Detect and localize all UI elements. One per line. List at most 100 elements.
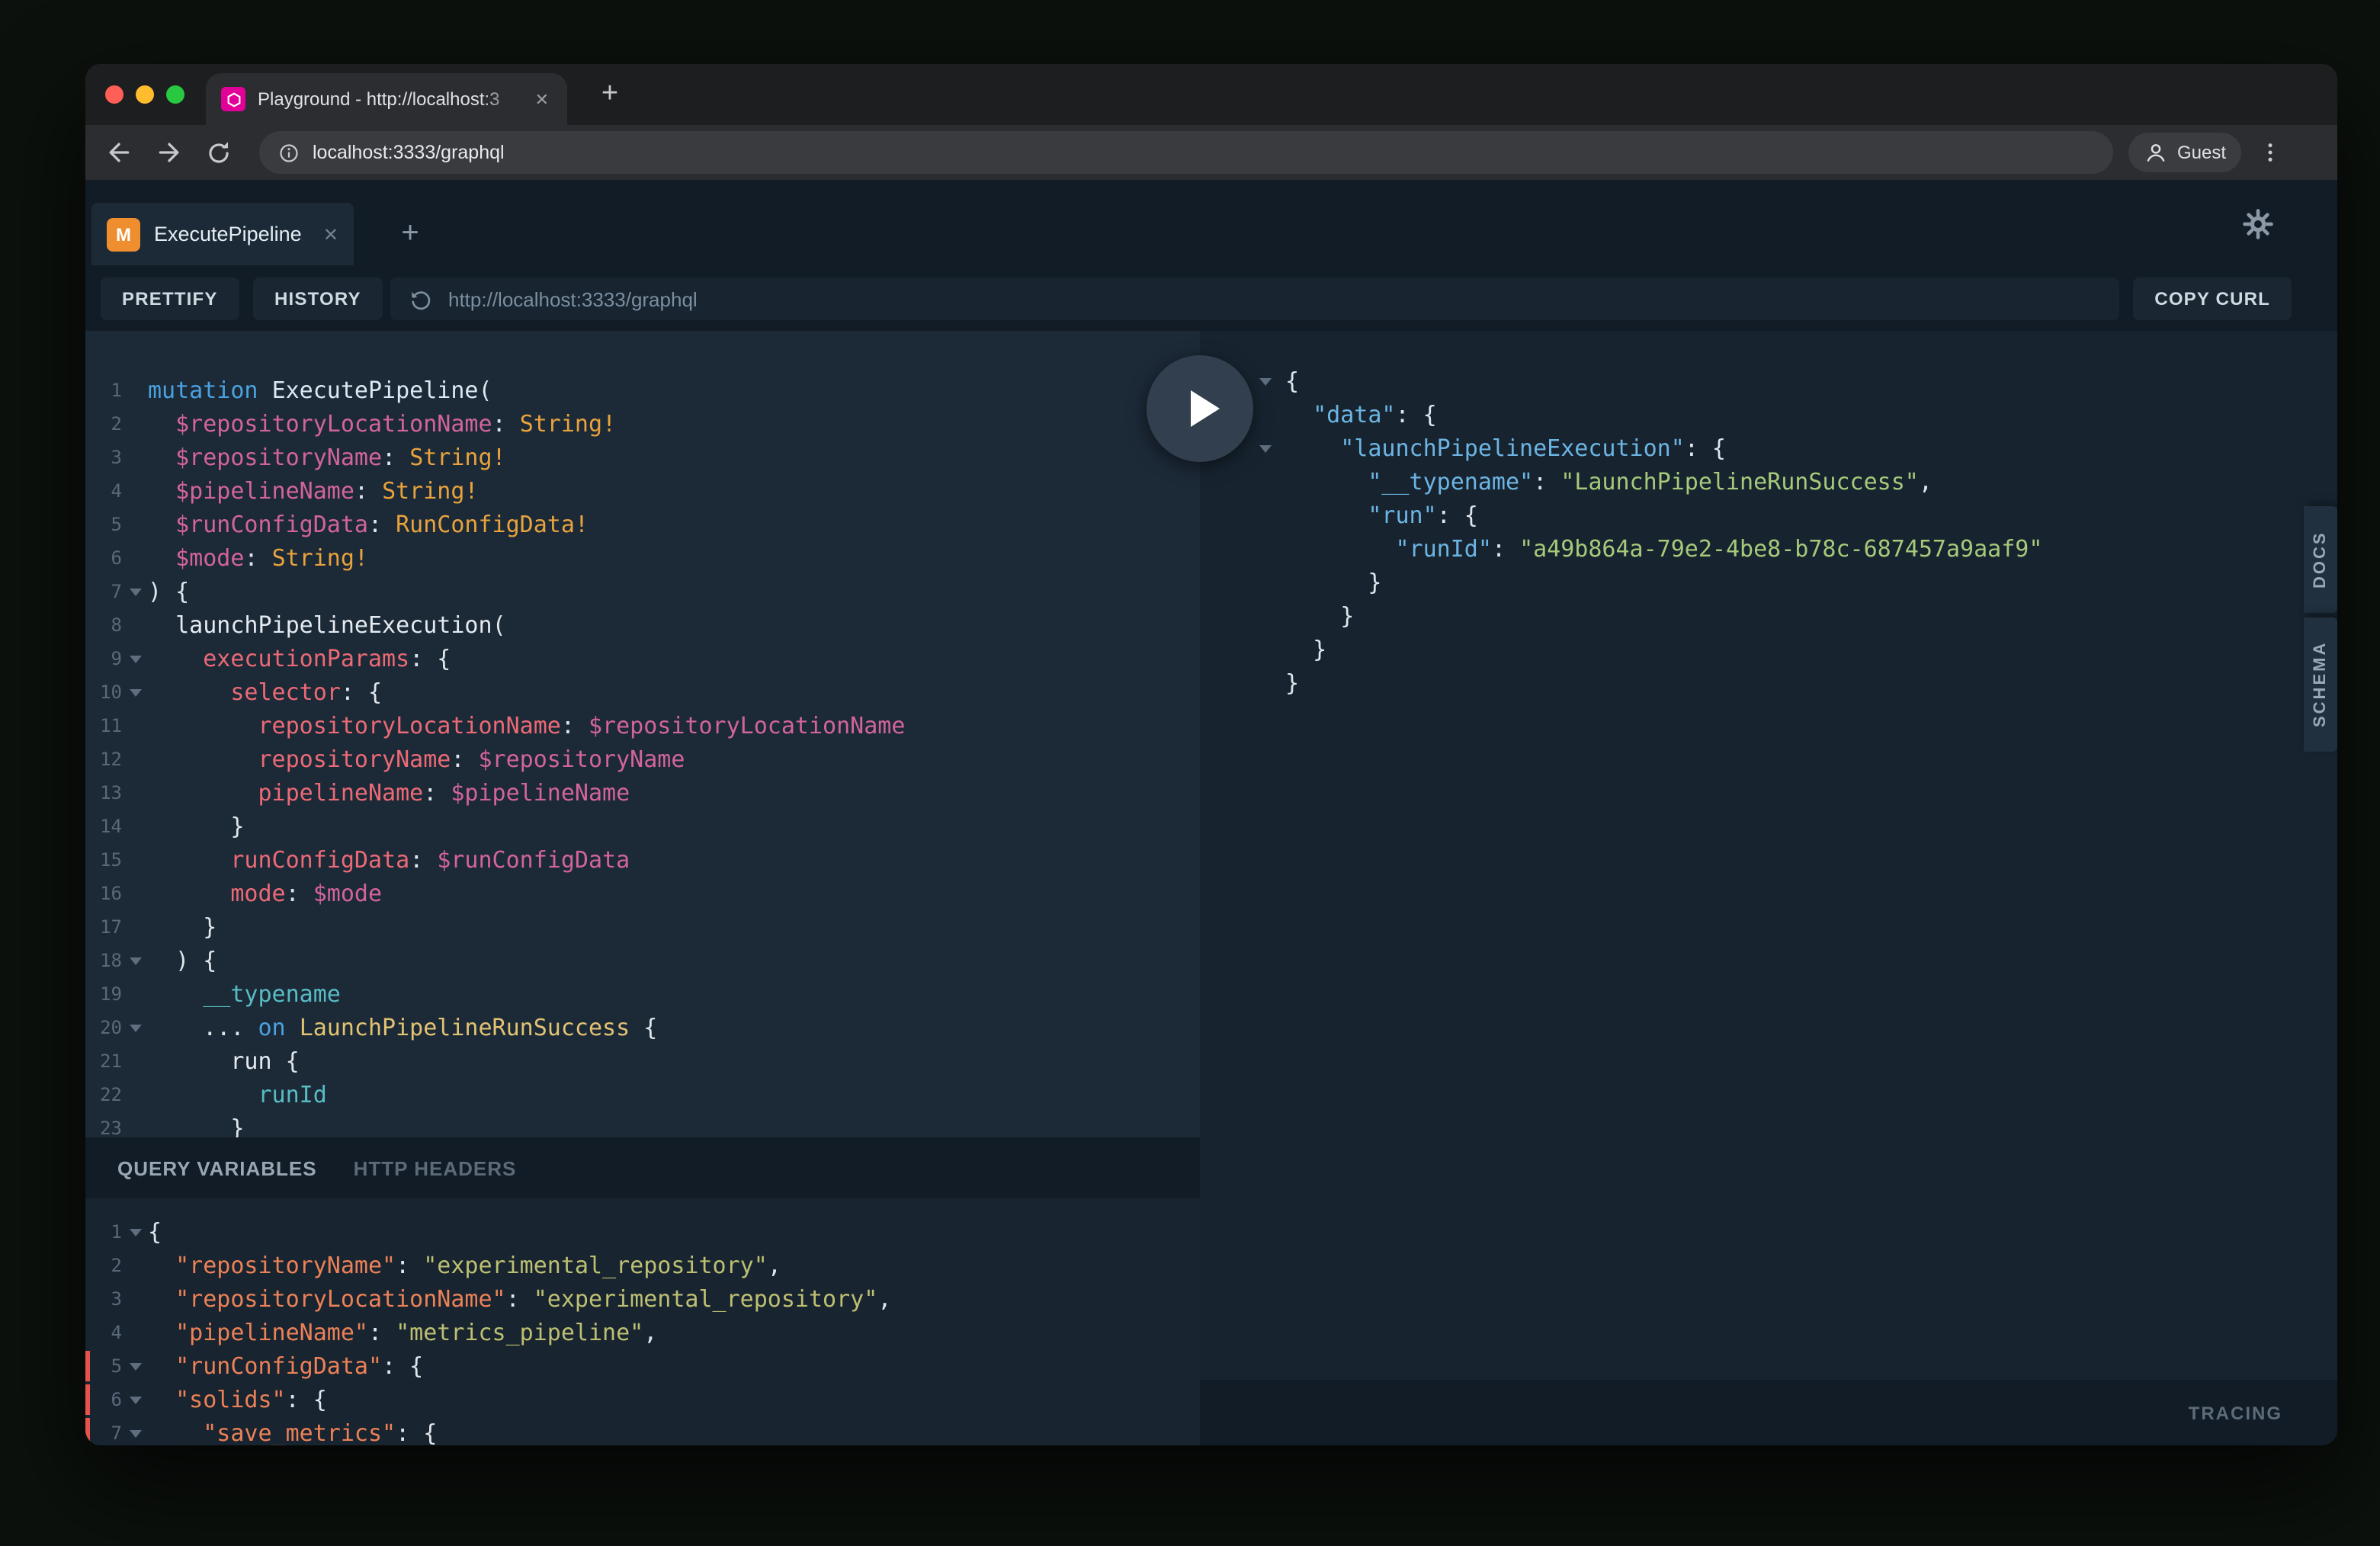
copy-curl-button[interactable]: COPY CURL <box>2133 277 2292 320</box>
code-line: } <box>1200 599 2337 633</box>
browser-menu-button[interactable] <box>2252 134 2289 171</box>
code-text[interactable]: $repositoryLocationName: String! <box>148 407 616 441</box>
graphql-playground: M ExecutePipeline ✕ + <box>85 180 2337 1445</box>
code-text[interactable]: repositoryName: $repositoryName <box>148 743 685 776</box>
gutter: 7 <box>85 1416 148 1445</box>
prettify-button[interactable]: PRETTIFY <box>101 277 239 320</box>
forward-button[interactable] <box>151 134 188 171</box>
site-info-icon[interactable] <box>277 141 300 164</box>
back-button[interactable] <box>101 134 137 171</box>
code-text[interactable]: "save_metrics": { <box>148 1416 437 1445</box>
code-text[interactable]: mutation ExecutePipeline( <box>148 374 492 407</box>
code-text[interactable]: $mode: String! <box>148 541 368 575</box>
fold-caret-icon[interactable] <box>130 1363 142 1371</box>
code-text[interactable]: "runConfigData": { <box>148 1349 423 1383</box>
code-text[interactable]: ) { <box>148 944 217 977</box>
code-text[interactable]: "data": { <box>1285 398 1437 431</box>
gutter <box>1200 532 1285 566</box>
fold-caret-icon[interactable] <box>1259 445 1272 453</box>
code-text[interactable]: runId <box>148 1078 327 1111</box>
history-undo-icon[interactable] <box>409 287 433 311</box>
code-text[interactable]: } <box>1285 566 1381 599</box>
code-text[interactable]: } <box>1285 666 1299 700</box>
code-text[interactable]: mode: $mode <box>148 877 382 910</box>
code-text[interactable]: repositoryLocationName: $repositoryLocat… <box>148 709 905 743</box>
code-text[interactable]: "solids": { <box>148 1383 327 1416</box>
code-text[interactable]: } <box>148 810 244 843</box>
response-viewer[interactable]: { "data": { "launchPipelineExecution": {… <box>1200 331 2337 1380</box>
code-text[interactable]: runConfigData: $runConfigData <box>148 843 630 877</box>
code-line: 3 "repositoryLocationName": "experimenta… <box>85 1282 1200 1316</box>
tracing-bar[interactable]: TRACING <box>1200 1380 2337 1445</box>
playground-tab-label: ExecutePipeline <box>154 223 310 245</box>
code-text[interactable]: "repositoryLocationName": "experimental_… <box>148 1282 891 1316</box>
url-text: localhost:3333/graphql <box>313 142 505 163</box>
fold-caret-icon[interactable] <box>1259 378 1272 386</box>
code-text[interactable]: ) { <box>148 575 189 608</box>
code-text[interactable]: $pipelineName: String! <box>148 474 479 508</box>
close-playground-tab-icon[interactable]: ✕ <box>323 223 338 245</box>
add-playground-tab-button[interactable]: + <box>384 203 436 265</box>
code-text[interactable]: "__typename": "LaunchPipelineRunSuccess"… <box>1285 465 1933 499</box>
endpoint-input[interactable]: http://localhost:3333/graphql <box>390 277 2119 320</box>
gutter: 2 <box>85 407 148 441</box>
code-text[interactable]: } <box>1285 633 1326 666</box>
code-text[interactable]: executionParams: { <box>148 642 451 675</box>
code-text[interactable]: } <box>148 910 217 944</box>
execute-query-button[interactable] <box>1147 355 1253 462</box>
code-text[interactable]: { <box>1285 364 1299 398</box>
code-text[interactable]: pipelineName: $pipelineName <box>148 776 630 810</box>
code-text[interactable]: } <box>148 1111 244 1137</box>
zoom-window-button[interactable] <box>166 85 184 104</box>
browser-window: Playground - http://localhost:3 ✕ + loca… <box>85 64 2337 1445</box>
profile-chip[interactable]: Guest <box>2128 133 2241 172</box>
code-text[interactable]: "repositoryName": "experimental_reposito… <box>148 1249 781 1282</box>
fold-caret-icon[interactable] <box>130 1229 142 1236</box>
code-line: 16 mode: $mode <box>85 877 1200 910</box>
code-text[interactable]: run { <box>148 1044 300 1078</box>
fold-caret-icon[interactable] <box>130 589 142 596</box>
code-text[interactable]: selector: { <box>148 675 382 709</box>
close-tab-icon[interactable]: ✕ <box>532 86 552 112</box>
tab-query-variables[interactable]: QUERY VARIABLES <box>117 1156 317 1179</box>
code-line: "__typename": "LaunchPipelineRunSuccess"… <box>1200 465 2337 499</box>
code-text[interactable]: { <box>148 1215 162 1249</box>
schema-side-tab[interactable]: SCHEMA <box>2304 617 2337 752</box>
query-editor[interactable]: 1mutation ExecutePipeline(2 $repositoryL… <box>85 331 1200 1137</box>
line-number: 4 <box>85 1316 148 1349</box>
code-text[interactable]: $runConfigData: RunConfigData! <box>148 508 589 541</box>
fold-caret-icon[interactable] <box>130 689 142 697</box>
code-text[interactable]: $repositoryName: String! <box>148 441 506 474</box>
code-text[interactable]: launchPipelineExecution( <box>148 608 506 642</box>
docs-side-tab[interactable]: DOCS <box>2304 506 2337 613</box>
minimize-window-button[interactable] <box>136 85 154 104</box>
playground-tab-executepipeline[interactable]: M ExecutePipeline ✕ <box>91 203 354 265</box>
fold-caret-icon[interactable] <box>130 1025 142 1032</box>
gutter: 12 <box>85 743 148 776</box>
fold-caret-icon[interactable] <box>130 656 142 663</box>
code-text[interactable]: "launchPipelineExecution": { <box>1285 431 1726 465</box>
code-text[interactable]: ... on LaunchPipelineRunSuccess { <box>148 1011 657 1044</box>
fold-caret-icon[interactable] <box>130 957 142 965</box>
fold-caret-icon[interactable] <box>130 1430 142 1438</box>
history-button[interactable]: HISTORY <box>253 277 383 320</box>
fold-caret-icon[interactable] <box>130 1397 142 1404</box>
code-text[interactable]: "pipelineName": "metrics_pipeline", <box>148 1316 657 1349</box>
code-text[interactable]: __typename <box>148 977 341 1011</box>
gutter: 4 <box>85 474 148 508</box>
address-bar[interactable]: localhost:3333/graphql <box>259 131 2113 174</box>
tab-http-headers[interactable]: HTTP HEADERS <box>354 1156 517 1179</box>
new-tab-button[interactable]: + <box>589 73 631 116</box>
browser-tab[interactable]: Playground - http://localhost:3 ✕ <box>206 73 567 125</box>
gutter <box>1200 666 1285 700</box>
code-text[interactable]: "run": { <box>1285 499 1478 532</box>
code-text[interactable]: "runId": "a49b864a-79e2-4be8-b78c-687457… <box>1285 532 2042 566</box>
code-text[interactable]: } <box>1285 599 1354 633</box>
variables-editor[interactable]: 1{2 "repositoryName": "experimental_repo… <box>85 1198 1200 1445</box>
gutter: 4 <box>85 1316 148 1349</box>
reload-button[interactable] <box>200 134 236 171</box>
gutter: 7 <box>85 575 148 608</box>
close-window-button[interactable] <box>105 85 123 104</box>
settings-gear-icon[interactable] <box>2243 209 2273 239</box>
gutter: 13 <box>85 776 148 810</box>
